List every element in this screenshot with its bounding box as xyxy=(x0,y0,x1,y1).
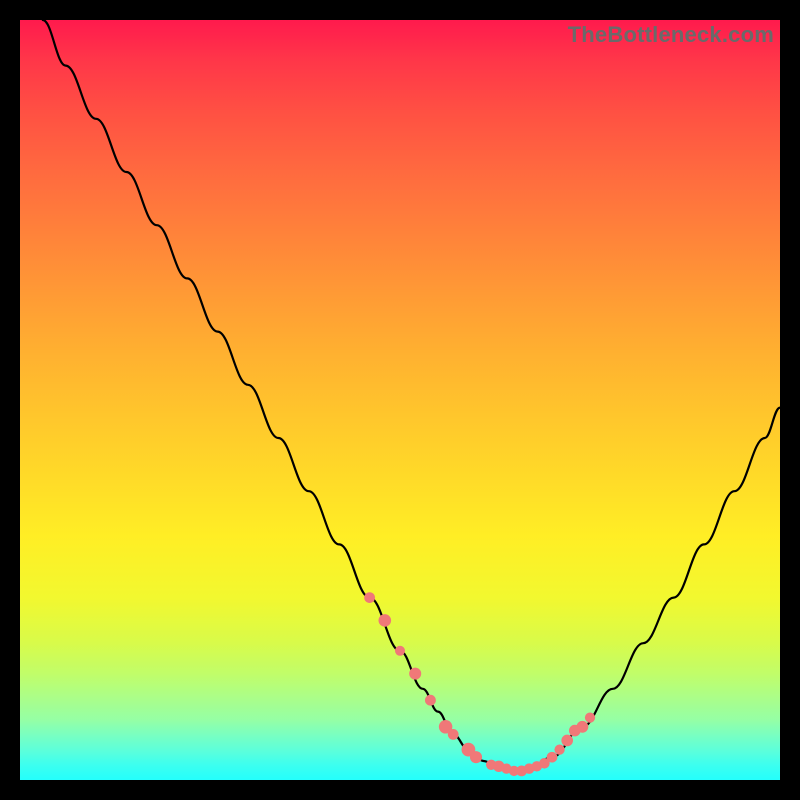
highlight-dot xyxy=(379,614,392,627)
highlight-dot xyxy=(554,744,564,754)
highlight-dot xyxy=(409,668,421,680)
bottleneck-curve-line xyxy=(43,20,780,771)
highlight-dot xyxy=(561,735,573,747)
plot-area: TheBottleneck.com xyxy=(20,20,780,780)
highlight-dot xyxy=(547,752,558,763)
highlight-dot xyxy=(448,729,459,740)
highlight-dot xyxy=(425,695,436,706)
chart-frame: TheBottleneck.com xyxy=(0,0,800,800)
highlight-dot xyxy=(585,713,595,723)
highlight-dot xyxy=(470,751,482,763)
highlight-dot-layer xyxy=(364,592,595,776)
highlight-dot xyxy=(577,721,589,733)
highlight-dot xyxy=(364,592,375,603)
highlight-dot xyxy=(395,646,405,656)
chart-svg xyxy=(20,20,780,780)
